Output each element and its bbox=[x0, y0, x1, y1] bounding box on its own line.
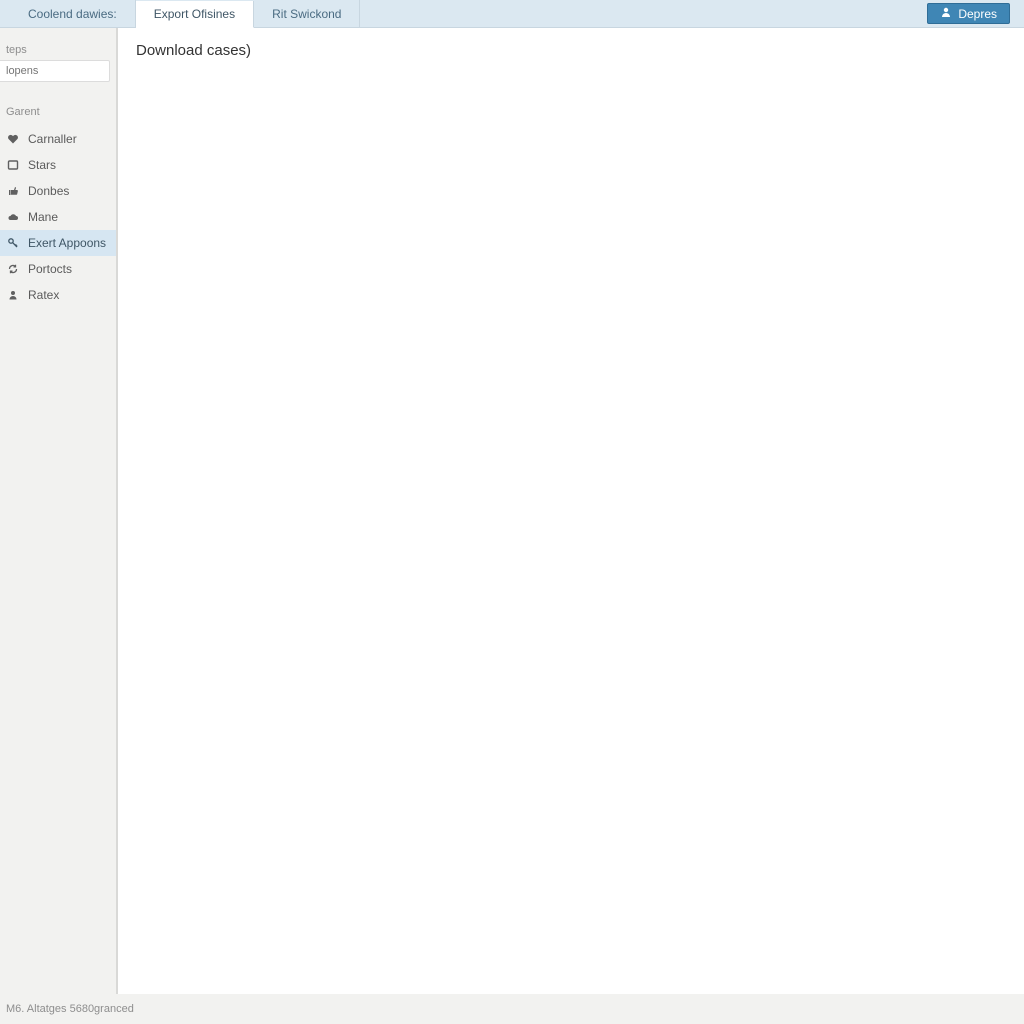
sidebar-search-label: teps bbox=[0, 38, 116, 60]
cloud-icon bbox=[6, 210, 20, 224]
tabstrip-spacer bbox=[360, 0, 927, 27]
square-icon bbox=[6, 158, 20, 172]
sidebar-item-label: Exert Appoons bbox=[28, 236, 106, 250]
tab-label: Rit Swickond bbox=[272, 7, 341, 21]
search-input[interactable] bbox=[0, 61, 109, 81]
sidebar-item-stars[interactable]: Stars bbox=[0, 152, 116, 178]
sidebar-item-label: Portocts bbox=[28, 262, 72, 276]
sidebar-item-carnaller[interactable]: Carnaller bbox=[0, 126, 116, 152]
search-box bbox=[0, 60, 110, 82]
content-area: Download cases) bbox=[118, 28, 1024, 994]
sidebar-item-donbes[interactable]: Donbes bbox=[0, 178, 116, 204]
key-icon bbox=[6, 236, 20, 250]
sidebar-item-mane[interactable]: Mane bbox=[0, 204, 116, 230]
tab-label: Coolend dawies: bbox=[28, 7, 117, 21]
sidebar-nav-header: Garent bbox=[0, 82, 116, 126]
heart-icon bbox=[6, 132, 20, 146]
button-label: Depres bbox=[958, 7, 997, 21]
sidebar-item-label: Donbes bbox=[28, 184, 69, 198]
depres-button[interactable]: Depres bbox=[927, 3, 1010, 24]
sidebar-item-portocts[interactable]: Portocts bbox=[0, 256, 116, 282]
sidebar-item-label: Carnaller bbox=[28, 132, 77, 146]
tab-export[interactable]: Export Ofisines bbox=[136, 1, 254, 28]
refresh-icon bbox=[6, 262, 20, 276]
sidebar: teps Garent Carnaller Stars Donbes Mane … bbox=[0, 28, 118, 994]
user-icon bbox=[940, 6, 952, 21]
sidebar-item-label: Ratex bbox=[28, 288, 59, 302]
person-icon bbox=[6, 288, 20, 302]
thumbsup-icon bbox=[6, 184, 20, 198]
sidebar-item-exert-appoons[interactable]: Exert Appoons bbox=[0, 230, 116, 256]
tab-swickond[interactable]: Rit Swickond bbox=[254, 0, 360, 27]
sidebar-item-label: Stars bbox=[28, 158, 56, 172]
sidebar-item-label: Mane bbox=[28, 210, 58, 224]
sidebar-item-ratex[interactable]: Ratex bbox=[0, 282, 116, 308]
tab-label: Export Ofisines bbox=[154, 7, 235, 21]
statusbar: M6. Altatges 5680granced bbox=[0, 994, 1024, 1024]
tabstrip: Coolend dawies: Export Ofisines Rit Swic… bbox=[0, 0, 1024, 28]
statusbar-text: M6. Altatges 5680granced bbox=[6, 1003, 134, 1015]
page-title: Download cases) bbox=[136, 42, 1006, 59]
tab-coolend[interactable]: Coolend dawies: bbox=[0, 0, 136, 27]
